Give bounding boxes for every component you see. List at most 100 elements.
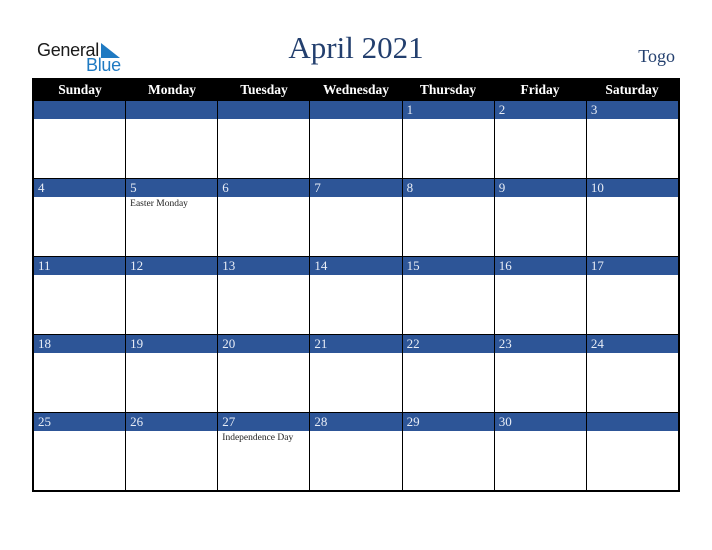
holiday-label bbox=[218, 353, 309, 355]
holiday-label bbox=[310, 197, 401, 199]
day-cell[interactable] bbox=[309, 101, 402, 178]
holiday-label bbox=[34, 275, 125, 277]
country-label: Togo bbox=[638, 46, 675, 66]
holiday-label bbox=[587, 431, 678, 433]
day-cell[interactable] bbox=[585, 413, 678, 490]
week-row: 18 19 20 21 22 23 24 bbox=[34, 334, 678, 412]
day-cell[interactable]: 30 bbox=[493, 413, 586, 490]
date-number: 10 bbox=[586, 179, 678, 197]
weekday-friday: Friday bbox=[520, 82, 560, 97]
holiday-label bbox=[403, 119, 494, 121]
day-cell[interactable]: 16 bbox=[493, 257, 586, 334]
date-number: 6 bbox=[218, 179, 310, 197]
day-cell[interactable]: 17 bbox=[585, 257, 678, 334]
date-number: 1 bbox=[402, 101, 494, 119]
date-number: 16 bbox=[494, 257, 586, 275]
date-number: 15 bbox=[402, 257, 494, 275]
date-number: 13 bbox=[218, 257, 310, 275]
holiday-label bbox=[403, 275, 494, 277]
day-cell[interactable]: 25 bbox=[34, 413, 126, 490]
day-cell[interactable]: 20 bbox=[217, 335, 310, 412]
holiday-label bbox=[126, 431, 217, 433]
day-cell[interactable]: 1 bbox=[401, 101, 494, 178]
date-number: 8 bbox=[402, 179, 494, 197]
date-number bbox=[310, 101, 402, 119]
weekday-sunday: Sunday bbox=[58, 82, 102, 97]
date-number: 30 bbox=[494, 413, 586, 431]
holiday-label bbox=[495, 275, 586, 277]
holiday-label bbox=[218, 119, 309, 121]
date-number: 28 bbox=[310, 413, 402, 431]
holiday-label bbox=[587, 197, 678, 199]
day-cell[interactable]: 23 bbox=[493, 335, 586, 412]
date-number: 21 bbox=[310, 335, 402, 353]
date-number: 17 bbox=[586, 257, 678, 275]
day-cell[interactable]: 14 bbox=[309, 257, 402, 334]
date-number: 19 bbox=[126, 335, 218, 353]
day-cell[interactable]: 7 bbox=[309, 179, 402, 256]
day-cell[interactable]: 24 bbox=[585, 335, 678, 412]
week-row: 25 26 27 Independence Day 28 29 30 bbox=[34, 412, 678, 490]
weekday-header: Sunday Monday Tuesday Wednesday Thursday… bbox=[34, 78, 678, 101]
holiday-label bbox=[126, 353, 217, 355]
weekday-tuesday: Tuesday bbox=[240, 82, 288, 97]
date-number: 23 bbox=[494, 335, 586, 353]
weekday-wednesday: Wednesday bbox=[322, 82, 390, 97]
calendar-grid: Sunday Monday Tuesday Wednesday Thursday… bbox=[32, 78, 680, 492]
holiday-label bbox=[310, 353, 401, 355]
day-cell[interactable] bbox=[125, 101, 218, 178]
day-cell[interactable]: 9 bbox=[493, 179, 586, 256]
date-number bbox=[218, 101, 310, 119]
day-cell[interactable]: 2 bbox=[493, 101, 586, 178]
date-number: 26 bbox=[126, 413, 218, 431]
weekday-saturday: Saturday bbox=[605, 82, 659, 97]
holiday-label bbox=[126, 275, 217, 277]
weeks-container: 1 2 3 4 5 Easter Monday 6 7 8 9 10 11 12 13 14 15 16 17 18… bbox=[34, 101, 678, 490]
date-number: 29 bbox=[402, 413, 494, 431]
day-cell[interactable]: 12 bbox=[125, 257, 218, 334]
date-number: 9 bbox=[494, 179, 586, 197]
week-row: 4 5 Easter Monday 6 7 8 9 10 bbox=[34, 178, 678, 256]
holiday-label: Independence Day bbox=[222, 433, 294, 443]
day-cell[interactable]: 6 bbox=[217, 179, 310, 256]
day-cell[interactable]: 15 bbox=[401, 257, 494, 334]
holiday-label bbox=[587, 353, 678, 355]
weekday-monday: Monday bbox=[147, 82, 196, 97]
date-number: 12 bbox=[126, 257, 218, 275]
holiday-label bbox=[310, 119, 401, 121]
day-cell[interactable]: 11 bbox=[34, 257, 126, 334]
day-cell[interactable]: 29 bbox=[401, 413, 494, 490]
day-cell[interactable]: 8 bbox=[401, 179, 494, 256]
date-number: 14 bbox=[310, 257, 402, 275]
holiday-label bbox=[34, 431, 125, 433]
day-cell[interactable]: 13 bbox=[217, 257, 310, 334]
holiday-label bbox=[34, 197, 125, 199]
date-number: 24 bbox=[586, 335, 678, 353]
date-number: 11 bbox=[34, 257, 126, 275]
date-number: 20 bbox=[218, 335, 310, 353]
holiday-label bbox=[403, 431, 494, 433]
holiday-label bbox=[218, 275, 309, 277]
day-cell[interactable]: 4 bbox=[34, 179, 126, 256]
calendar-title: April 2021 bbox=[288, 30, 424, 65]
day-cell[interactable]: 21 bbox=[309, 335, 402, 412]
day-cell[interactable]: 18 bbox=[34, 335, 126, 412]
date-number: 18 bbox=[34, 335, 126, 353]
day-cell[interactable]: 28 bbox=[309, 413, 402, 490]
day-cell[interactable]: 27 Independence Day bbox=[217, 413, 310, 490]
date-number bbox=[34, 101, 126, 119]
day-cell[interactable]: 26 bbox=[125, 413, 218, 490]
day-cell[interactable]: 19 bbox=[125, 335, 218, 412]
day-cell[interactable]: 5 Easter Monday bbox=[125, 179, 218, 256]
holiday-label bbox=[495, 119, 586, 121]
day-cell[interactable] bbox=[34, 101, 126, 178]
day-cell[interactable]: 22 bbox=[401, 335, 494, 412]
holiday-label bbox=[495, 353, 586, 355]
date-number: 5 bbox=[126, 179, 218, 197]
holiday-label: Easter Monday bbox=[130, 199, 188, 209]
date-number: 3 bbox=[586, 101, 678, 119]
day-cell[interactable]: 3 bbox=[585, 101, 678, 178]
day-cell[interactable]: 10 bbox=[585, 179, 678, 256]
holiday-label bbox=[495, 197, 586, 199]
day-cell[interactable] bbox=[217, 101, 310, 178]
